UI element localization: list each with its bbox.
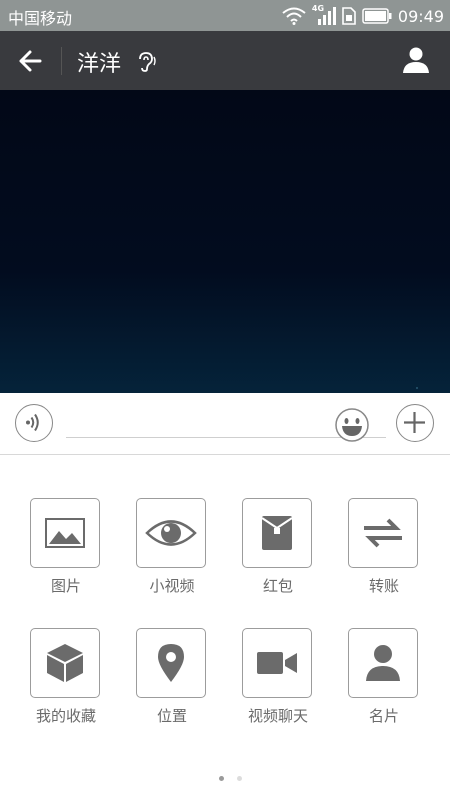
tool-red-envelope-box[interactable] [242,498,312,568]
voice-input-button[interactable] [15,404,53,442]
tool-short-video-label: 小视频 [149,577,195,595]
tool-business-card-label: 名片 [368,707,399,725]
tool-video-chat-box[interactable] [242,628,312,698]
emoji-button[interactable] [334,407,370,447]
tool-video-chat[interactable]: 视频聊天 [242,628,314,726]
plus-icon [404,412,425,433]
chat-title: 洋洋 [77,52,122,77]
input-bar [0,393,450,455]
cube-icon [47,644,83,682]
contact-info-button[interactable] [402,46,430,78]
tool-image-label: 图片 [50,577,81,595]
tool-location-label: 位置 [156,707,187,725]
tool-red-envelope[interactable]: 红包 [242,498,314,596]
person-card-icon [366,645,400,681]
arrow-left-icon [19,50,42,72]
status-bar: 中国移动 4G 09:49 [0,0,450,31]
tool-location[interactable]: 位置 [136,628,208,726]
tool-transfer[interactable]: 转账 [348,498,420,596]
tool-favorites-label: 我的收藏 [35,707,96,725]
red-envelope-icon [261,516,293,550]
tool-location-box[interactable] [136,628,206,698]
page-indicator [0,776,450,782]
earpiece-mode-icon [139,52,156,72]
transfer-arrows-icon [364,518,402,548]
chat-header: 洋洋 [0,31,450,90]
clock: 09:49 [397,6,444,26]
tool-transfer-box[interactable] [348,498,418,568]
message-area[interactable] [0,90,450,393]
image-icon [45,518,85,548]
tool-transfer-label: 转账 [368,577,399,595]
battery-icon [362,8,392,24]
back-button[interactable] [12,46,48,76]
tool-video-chat-label: 视频聊天 [247,707,308,725]
tool-business-card-box[interactable] [348,628,418,698]
tool-short-video[interactable]: 小视频 [136,498,208,596]
sim-card-icon [342,7,356,25]
eye-icon [145,520,197,546]
page-dot-active[interactable] [219,776,224,781]
tool-business-card[interactable]: 名片 [348,628,420,726]
header-divider [61,47,62,75]
carrier-name: 中国移动 [8,9,73,28]
tools-panel: 图片 小视频 红包 转账 我的收藏 位置 视频聊天 名片 [0,455,450,800]
person-icon [403,47,429,73]
tool-image[interactable]: 图片 [30,498,102,596]
signal-icon: 4G [312,4,336,26]
tool-red-envelope-label: 红包 [262,577,293,595]
scroll-indicator [416,387,418,389]
smiley-icon [335,408,369,442]
location-pin-icon [158,644,184,682]
page-dot[interactable] [237,776,242,781]
video-camera-icon [257,652,297,674]
more-tools-button[interactable] [396,404,434,442]
tool-favorites-box[interactable] [30,628,100,698]
wifi-icon [282,7,306,25]
tool-image-box[interactable] [30,498,100,568]
tool-short-video-box[interactable] [136,498,206,568]
voice-icon [26,413,39,432]
tool-favorites[interactable]: 我的收藏 [30,628,102,726]
status-icons: 4G 09:49 [282,4,444,28]
